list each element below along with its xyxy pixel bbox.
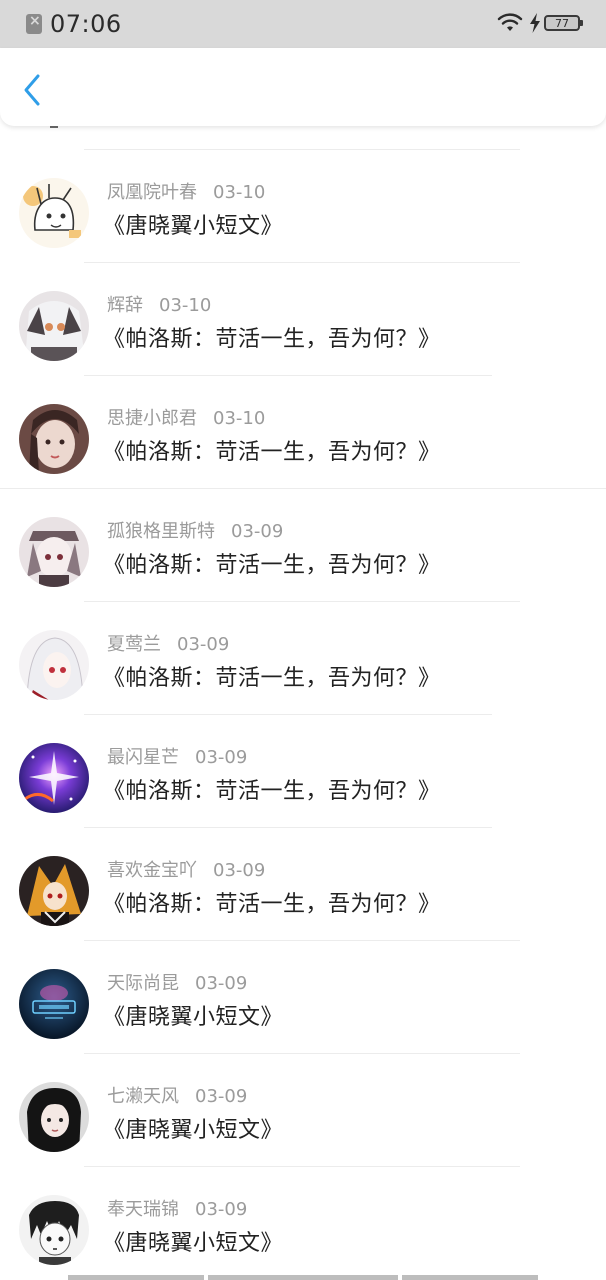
article-title[interactable]: 《唐晓翼小短文》 bbox=[103, 1112, 283, 1144]
nav-bar bbox=[0, 48, 606, 126]
username[interactable]: 孤狼格里斯特 bbox=[107, 521, 215, 542]
comment-meta: 凤凰院叶春 03-10 bbox=[107, 178, 265, 204]
avatar bbox=[19, 1082, 89, 1152]
status-time: 07:06 bbox=[50, 10, 122, 38]
comment-meta: 喜欢金宝吖 03-09 bbox=[107, 856, 265, 882]
avatar bbox=[19, 291, 89, 361]
battery-icon: 77 bbox=[544, 15, 583, 31]
comment-date: 03-09 bbox=[195, 747, 248, 768]
comment-date: 03-10 bbox=[213, 182, 266, 203]
bottom-tab-strip bbox=[208, 1275, 398, 1280]
comment-list: 凤凰院叶春 03-10 《唐晓翼小短文》 辉辞 03-10 《帕洛斯：苛活一生，吾为… bbox=[0, 126, 606, 1280]
list-divider bbox=[84, 827, 492, 828]
article-title[interactable]: 《帕洛斯：苛活一生，吾为何？》 bbox=[103, 773, 441, 805]
back-button[interactable] bbox=[18, 72, 48, 108]
comment-date: 03-09 bbox=[195, 1086, 248, 1107]
list-divider bbox=[0, 488, 606, 489]
avatar bbox=[19, 404, 89, 474]
username[interactable]: 思捷小郎君 bbox=[107, 408, 197, 429]
avatar bbox=[19, 856, 89, 926]
username[interactable]: 七濑天风 bbox=[107, 1086, 179, 1107]
list-scroll-remnant bbox=[50, 126, 58, 128]
list-item[interactable]: 最闪星芒 03-09 《帕洛斯：苛活一生，吾为何？》 bbox=[0, 733, 606, 846]
avatar bbox=[19, 743, 89, 813]
status-left: 07:06 bbox=[26, 10, 122, 38]
comment-meta: 孤狼格里斯特 03-09 bbox=[107, 517, 283, 543]
chevron-left-icon bbox=[24, 74, 40, 106]
username[interactable]: 天际尚昆 bbox=[107, 973, 179, 994]
article-title[interactable]: 《帕洛斯：苛活一生，吾为何？》 bbox=[103, 321, 441, 353]
article-title[interactable]: 《唐晓翼小短文》 bbox=[103, 999, 283, 1031]
list-item[interactable]: 喜欢金宝吖 03-09 《帕洛斯：苛活一生，吾为何？》 bbox=[0, 846, 606, 959]
list-item[interactable]: 夏莺兰 03-09 《帕洛斯：苛活一生，吾为何？》 bbox=[0, 620, 606, 733]
username[interactable]: 喜欢金宝吖 bbox=[107, 860, 197, 881]
avatar bbox=[19, 1195, 89, 1265]
article-title[interactable]: 《唐晓翼小短文》 bbox=[103, 208, 283, 240]
comment-meta: 思捷小郎君 03-10 bbox=[107, 404, 265, 430]
article-title[interactable]: 《帕洛斯：苛活一生，吾为何？》 bbox=[103, 434, 441, 466]
username[interactable]: 最闪星芒 bbox=[107, 747, 179, 768]
username[interactable]: 辉辞 bbox=[107, 295, 143, 316]
avatar bbox=[19, 517, 89, 587]
comment-date: 03-09 bbox=[213, 860, 266, 881]
list-item[interactable]: 凤凰院叶春 03-10 《唐晓翼小短文》 bbox=[0, 168, 606, 281]
wifi-icon bbox=[497, 13, 523, 31]
comment-meta: 奉天瑞锦 03-09 bbox=[107, 1195, 247, 1221]
comment-meta: 最闪星芒 03-09 bbox=[107, 743, 247, 769]
list-divider bbox=[84, 149, 520, 150]
battery-level: 77 bbox=[555, 16, 569, 30]
list-divider bbox=[84, 262, 520, 263]
article-title[interactable]: 《帕洛斯：苛活一生，吾为何？》 bbox=[103, 886, 441, 918]
comment-meta: 辉辞 03-10 bbox=[107, 291, 211, 317]
comment-meta: 夏莺兰 03-09 bbox=[107, 630, 229, 656]
avatar bbox=[19, 178, 89, 248]
charging-icon bbox=[530, 13, 540, 33]
comment-date: 03-09 bbox=[195, 1199, 248, 1220]
list-item[interactable]: 思捷小郎君 03-10 《帕洛斯：苛活一生，吾为何？》 bbox=[0, 394, 606, 507]
article-title[interactable]: 《帕洛斯：苛活一生，吾为何？》 bbox=[103, 547, 441, 579]
no-sim-icon bbox=[26, 13, 42, 34]
comment-date: 03-10 bbox=[159, 295, 212, 316]
list-item[interactable]: 天际尚昆 03-09 《唐晓翼小短文》 bbox=[0, 959, 606, 1072]
comment-date: 03-09 bbox=[177, 634, 230, 655]
list-divider bbox=[84, 1053, 520, 1054]
bottom-tab-strip bbox=[402, 1275, 538, 1280]
comment-date: 03-10 bbox=[213, 408, 266, 429]
bottom-tab-strip bbox=[68, 1275, 204, 1280]
comment-date: 03-09 bbox=[231, 521, 284, 542]
list-item[interactable]: 奉天瑞锦 03-09 《唐晓翼小短文》 bbox=[0, 1185, 606, 1280]
status-bar: 07:06 77 bbox=[0, 0, 606, 48]
article-title[interactable]: 《帕洛斯：苛活一生，吾为何？》 bbox=[103, 660, 441, 692]
username[interactable]: 夏莺兰 bbox=[107, 634, 161, 655]
list-divider bbox=[84, 1166, 520, 1167]
article-title[interactable]: 《唐晓翼小短文》 bbox=[103, 1225, 283, 1257]
comment-date: 03-09 bbox=[195, 973, 248, 994]
status-right: 77 bbox=[497, 13, 583, 33]
list-item[interactable]: 辉辞 03-10 《帕洛斯：苛活一生，吾为何？》 bbox=[0, 281, 606, 394]
list-divider bbox=[84, 940, 520, 941]
comment-meta: 七濑天风 03-09 bbox=[107, 1082, 247, 1108]
avatar bbox=[19, 969, 89, 1039]
username[interactable]: 奉天瑞锦 bbox=[107, 1199, 179, 1220]
list-divider bbox=[84, 714, 492, 715]
username[interactable]: 凤凰院叶春 bbox=[107, 182, 197, 203]
list-item[interactable]: 七濑天风 03-09 《唐晓翼小短文》 bbox=[0, 1072, 606, 1185]
avatar bbox=[19, 630, 89, 700]
list-divider bbox=[84, 375, 492, 376]
list-item[interactable]: 孤狼格里斯特 03-09 《帕洛斯：苛活一生，吾为何？》 bbox=[0, 507, 606, 620]
list-divider bbox=[84, 601, 520, 602]
comment-meta: 天际尚昆 03-09 bbox=[107, 969, 247, 995]
